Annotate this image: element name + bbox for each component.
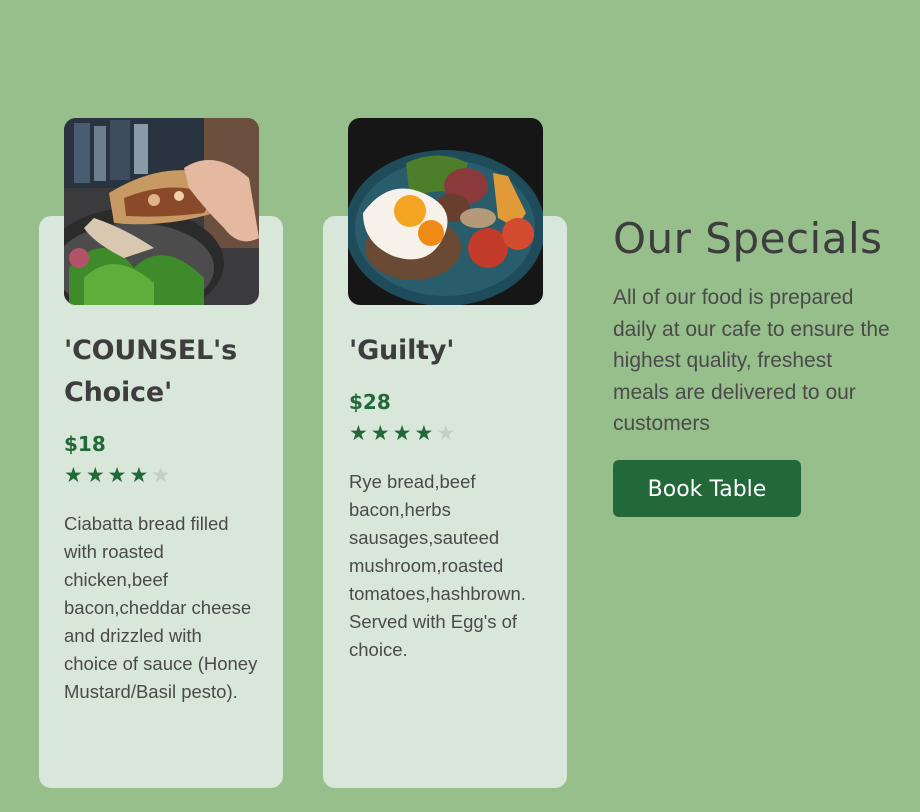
star-filled-icon: ★ bbox=[414, 421, 437, 445]
book-table-button[interactable]: Book Table bbox=[613, 459, 801, 517]
rating-stars: ★★★★★ bbox=[64, 464, 260, 486]
star-filled-icon: ★ bbox=[107, 463, 130, 487]
breakfast-plate-image bbox=[348, 118, 543, 305]
dish-description: Ciabatta bread filled with roasted chick… bbox=[64, 513, 258, 702]
dish-title: 'COUNSEL's Choice' bbox=[64, 335, 237, 408]
dish-description: Rye bread,beef bacon,herbs sausages,saut… bbox=[349, 471, 526, 660]
card-content: 'Guilty' $28 ★★★★★ Rye bread,beef bacon,… bbox=[349, 330, 545, 664]
star-filled-icon: ★ bbox=[392, 421, 415, 445]
star-filled-icon: ★ bbox=[349, 421, 371, 445]
specials-section: Our Specials All of our food is prepared… bbox=[613, 217, 893, 517]
wrap-dish-image bbox=[64, 118, 259, 305]
rating-stars: ★★★★★ bbox=[349, 422, 545, 444]
star-filled-icon: ★ bbox=[370, 421, 393, 445]
dish-price: $18 bbox=[64, 432, 106, 456]
card-content: 'COUNSEL's Choice' $18 ★★★★★ Ciabatta br… bbox=[64, 330, 260, 706]
star-filled-icon: ★ bbox=[85, 463, 108, 487]
dish-price: $28 bbox=[349, 390, 391, 414]
star-empty-icon: ★ bbox=[151, 463, 174, 487]
section-title: Our Specials bbox=[613, 214, 883, 263]
star-filled-icon: ★ bbox=[129, 463, 152, 487]
dish-title: 'Guilty' bbox=[349, 335, 455, 366]
section-description: All of our food is prepared daily at our… bbox=[613, 286, 890, 436]
star-filled-icon: ★ bbox=[64, 463, 86, 487]
star-empty-icon: ★ bbox=[436, 421, 459, 445]
